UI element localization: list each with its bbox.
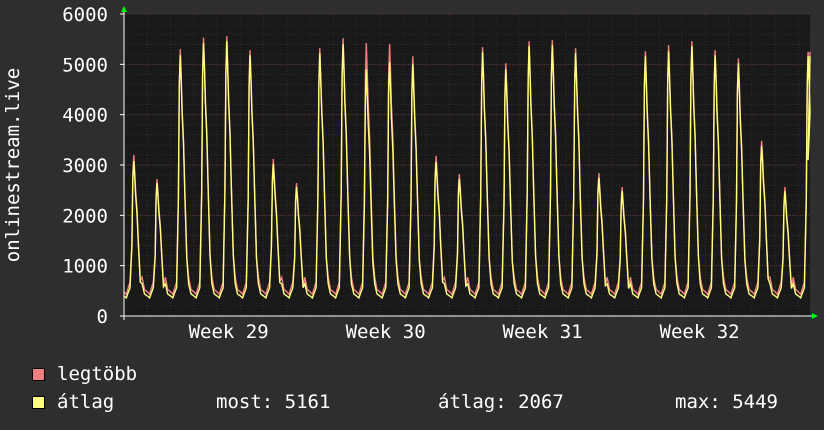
legend-avg-label: átlag xyxy=(57,391,115,413)
y-tick-label: 0 xyxy=(97,306,108,328)
x-tick-label: Week 32 xyxy=(660,321,740,340)
legend-row-max: legtöbb xyxy=(32,363,137,385)
legend-avg-swatch xyxy=(32,395,45,409)
x-tick-label: Week 30 xyxy=(346,321,426,340)
y-tick-label: 4000 xyxy=(62,105,108,127)
y-tick-label: 5000 xyxy=(62,54,108,76)
y-tick-label: 6000 xyxy=(62,4,108,26)
y-axis-label: onlinestream.live xyxy=(2,68,24,262)
legend-max-swatch xyxy=(32,367,45,381)
x-tick-label: Week 29 xyxy=(189,321,269,340)
x-axis-arrow-icon xyxy=(812,313,818,319)
y-tick-label: 1000 xyxy=(62,256,108,278)
legend-max-label: legtöbb xyxy=(57,363,138,385)
y-axis-arrow-icon xyxy=(121,6,127,12)
y-axis-ticks: 0 1000 2000 3000 4000 5000 6000 xyxy=(62,4,124,328)
stat-max: max: 5449 xyxy=(675,391,778,413)
stat-now: most: 5161 xyxy=(216,391,331,413)
chart: 0 1000 2000 3000 4000 5000 6000 Week 29 Week 30… xyxy=(2,4,818,340)
legend-row-avg: átlag most: 5161 átlag: 2067 max: 5449 xyxy=(32,391,802,413)
x-axis-ticks: Week 29 Week 30 Week 31 Week 32 xyxy=(189,321,740,340)
y-tick-label: 2000 xyxy=(62,205,108,227)
stat-average: átlag: 2067 xyxy=(438,391,564,413)
x-tick-label: Week 31 xyxy=(503,321,583,340)
y-tick-label: 3000 xyxy=(62,155,108,177)
